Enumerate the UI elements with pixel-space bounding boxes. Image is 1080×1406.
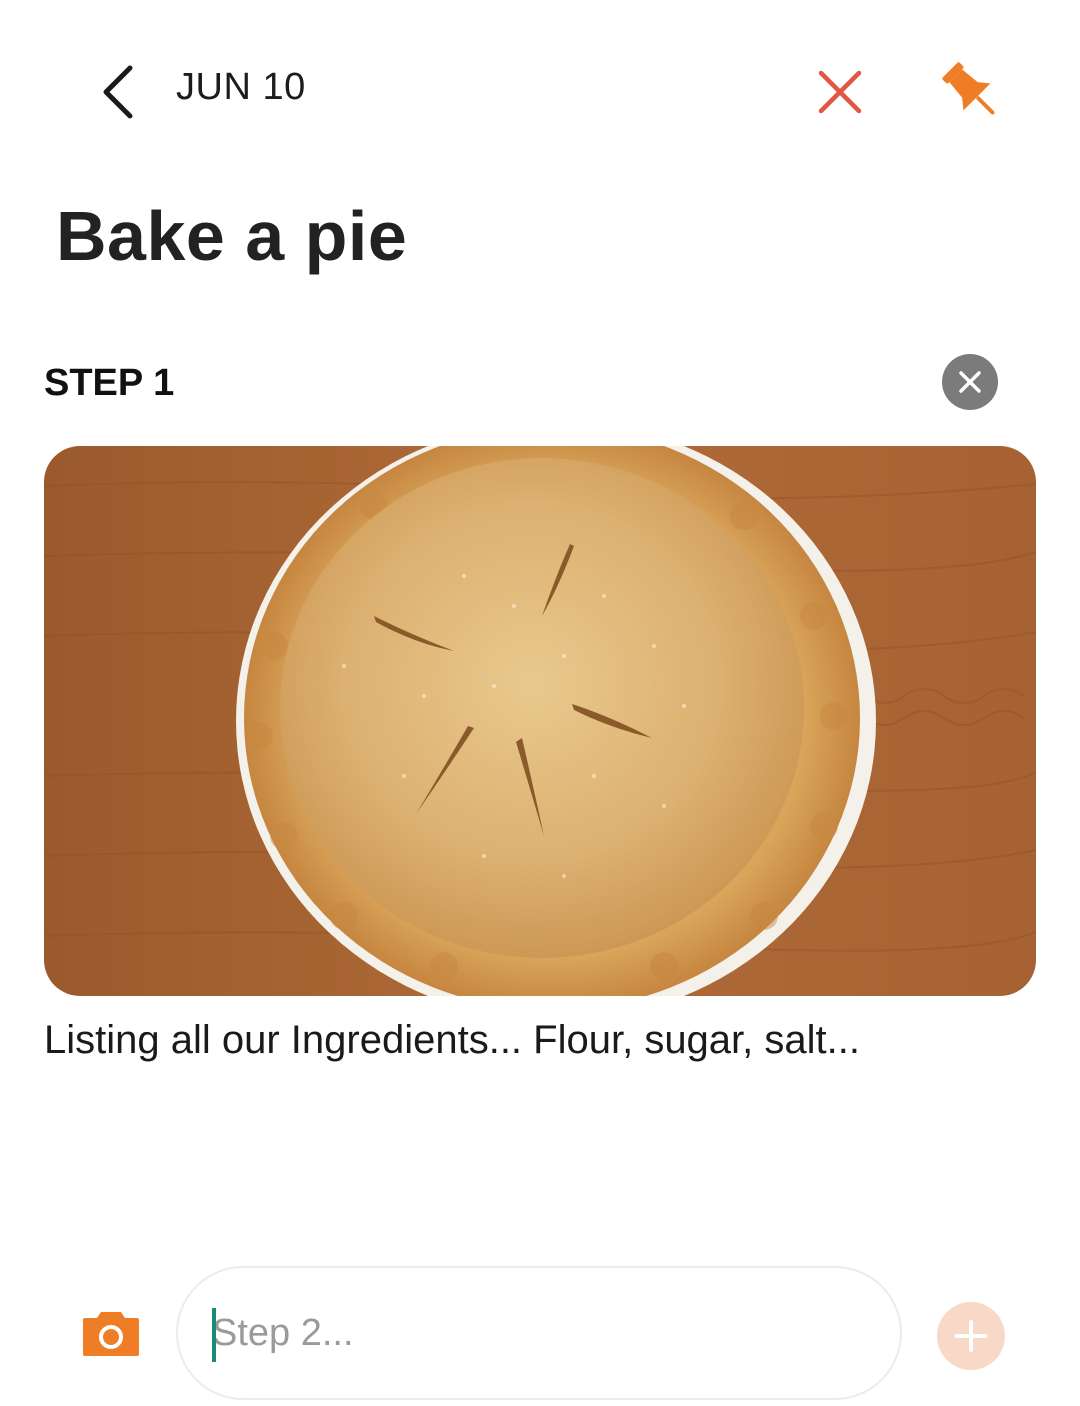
- close-icon: [818, 70, 862, 114]
- camera-icon: [83, 1312, 139, 1356]
- step-label: STEP 1: [44, 362, 175, 404]
- chevron-left-icon: [103, 65, 133, 119]
- close-icon: [959, 371, 981, 393]
- remove-step-button[interactable]: [942, 354, 998, 410]
- camera-button[interactable]: [78, 1300, 144, 1366]
- plus-icon: [955, 1320, 987, 1352]
- delete-button[interactable]: [800, 50, 880, 134]
- apple-pie-photo: [44, 446, 1036, 996]
- back-button[interactable]: [78, 52, 158, 132]
- pin-icon: [942, 62, 995, 115]
- note-title: Bake a pie: [56, 197, 408, 275]
- add-step-button[interactable]: [937, 1302, 1005, 1370]
- step-input-container: [176, 1266, 902, 1400]
- pin-button[interactable]: [930, 50, 1014, 134]
- text-cursor: [212, 1308, 216, 1362]
- step-description: Listing all our Ingredients... Flour, su…: [44, 1018, 860, 1062]
- note-date: JUN 10: [176, 66, 306, 108]
- step-input[interactable]: [212, 1298, 852, 1368]
- step-image[interactable]: [44, 446, 1036, 996]
